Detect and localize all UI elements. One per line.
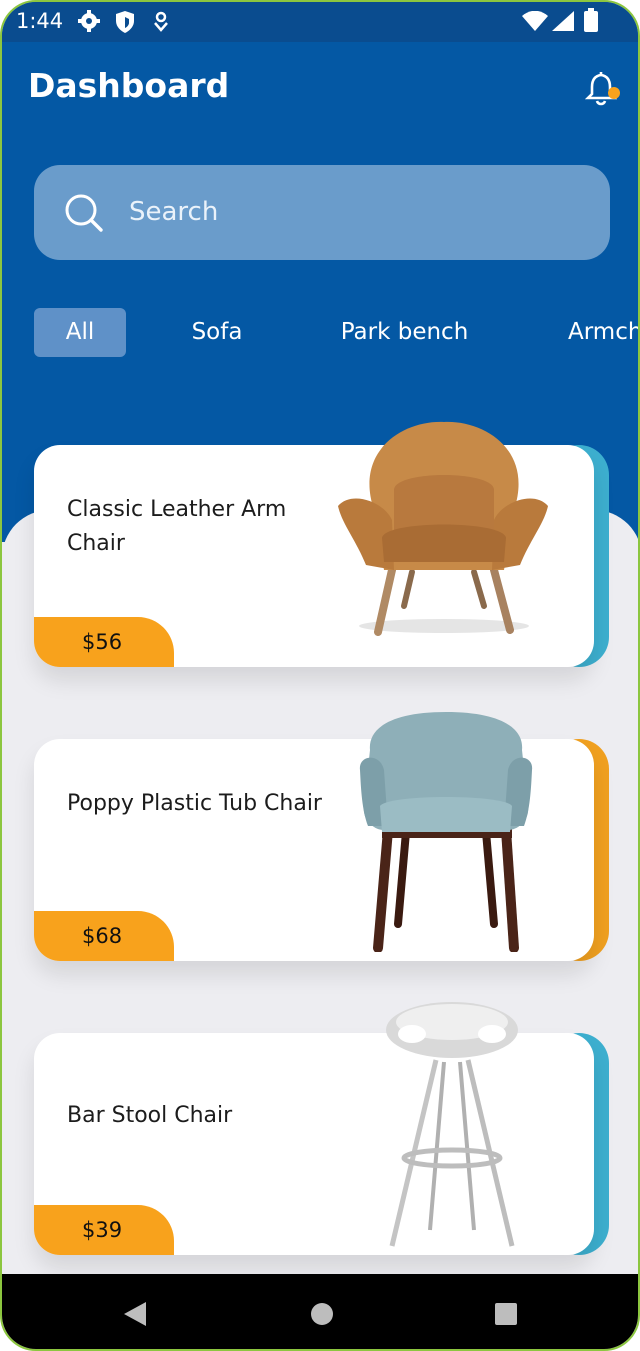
location-icon: [154, 11, 168, 32]
status-bar: 1:44: [2, 2, 638, 42]
recents-icon[interactable]: [494, 1302, 518, 1326]
search-input[interactable]: Search: [34, 165, 610, 260]
settings-icon: [78, 10, 100, 32]
home-icon[interactable]: [310, 1302, 334, 1326]
price-tag: $68: [34, 911, 174, 961]
search-icon: [65, 194, 103, 232]
product-name: Poppy Plastic Tub Chair: [67, 791, 322, 816]
shield-icon: [116, 11, 134, 33]
tab-all[interactable]: All: [34, 308, 126, 357]
tab-armchair[interactable]: Armch: [562, 308, 638, 357]
search-placeholder: Search: [129, 197, 219, 227]
bell-icon[interactable]: [584, 68, 622, 108]
product-card[interactable]: Bar Stool Chair $39: [34, 1033, 609, 1255]
phone-screen: 1:44 Dashboard Search All Sofa Park benc…: [0, 0, 640, 1351]
back-icon[interactable]: [122, 1300, 148, 1328]
bar-stool-image: [386, 1002, 518, 1247]
status-time: 1:44: [16, 9, 64, 33]
price-tag: $39: [34, 1205, 174, 1255]
product-name: Classic Leather Arm Chair: [67, 497, 287, 556]
tab-sofa[interactable]: Sofa: [172, 308, 262, 357]
battery-icon: [584, 8, 598, 32]
category-tabs: All Sofa Park bench Armch: [2, 308, 638, 358]
system-nav-bar: [2, 1274, 638, 1349]
signal-icon: [552, 11, 574, 31]
price-tag: $56: [34, 617, 174, 667]
tub-chair-image: [359, 712, 533, 952]
wifi-icon: [522, 11, 548, 31]
armchair-image: [338, 421, 548, 636]
product-name: Bar Stool Chair: [67, 1103, 233, 1128]
page-title: Dashboard: [28, 66, 230, 105]
tab-park-bench[interactable]: Park bench: [332, 308, 477, 357]
